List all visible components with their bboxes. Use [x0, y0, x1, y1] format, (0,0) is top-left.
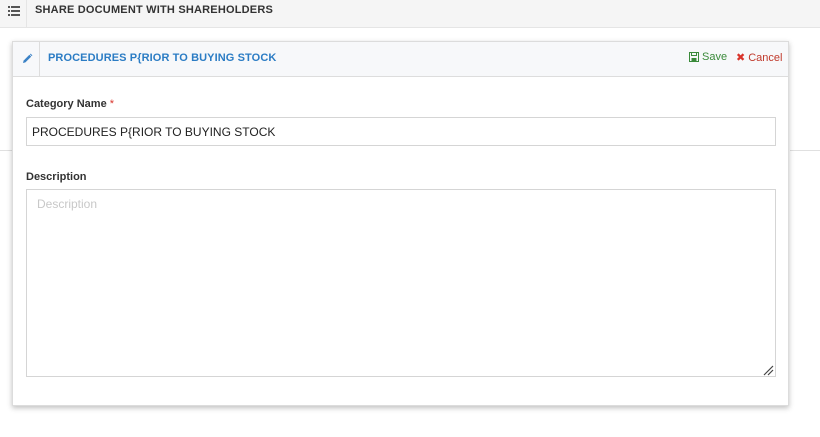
category-name-label: Category Name * [26, 98, 114, 110]
background-divider-left [0, 150, 12, 151]
description-textarea[interactable] [26, 189, 776, 377]
resize-handle-icon[interactable] [762, 364, 774, 376]
top-bar: SHARE DOCUMENT WITH SHAREHOLDERS [0, 0, 820, 28]
category-name-input[interactable] [26, 117, 776, 146]
edit-category-card: PROCEDURES P{RIOR TO BUYING STOCK Save ✖… [12, 41, 789, 406]
header-divider [39, 42, 40, 76]
save-button[interactable]: Save [689, 51, 727, 63]
card-title: PROCEDURES P{RIOR TO BUYING STOCK [48, 52, 277, 64]
topbar-divider [26, 0, 27, 27]
floppy-disk-icon [689, 52, 699, 62]
page: SHARE DOCUMENT WITH SHAREHOLDERS PROCEDU… [0, 0, 820, 437]
pencil-icon [23, 53, 33, 63]
background-divider-right [790, 150, 820, 151]
card-header: PROCEDURES P{RIOR TO BUYING STOCK Save ✖… [13, 42, 788, 77]
page-title: SHARE DOCUMENT WITH SHAREHOLDERS [35, 4, 274, 16]
save-button-label: Save [702, 51, 728, 63]
description-label: Description [26, 171, 87, 183]
cancel-button-label: Cancel [748, 51, 783, 64]
close-icon: ✖ [736, 52, 746, 64]
list-icon[interactable] [8, 5, 20, 17]
cancel-button[interactable]: ✖ Cancel [736, 51, 783, 65]
category-name-label-text: Category Name [26, 98, 107, 110]
required-marker: * [109, 98, 114, 110]
